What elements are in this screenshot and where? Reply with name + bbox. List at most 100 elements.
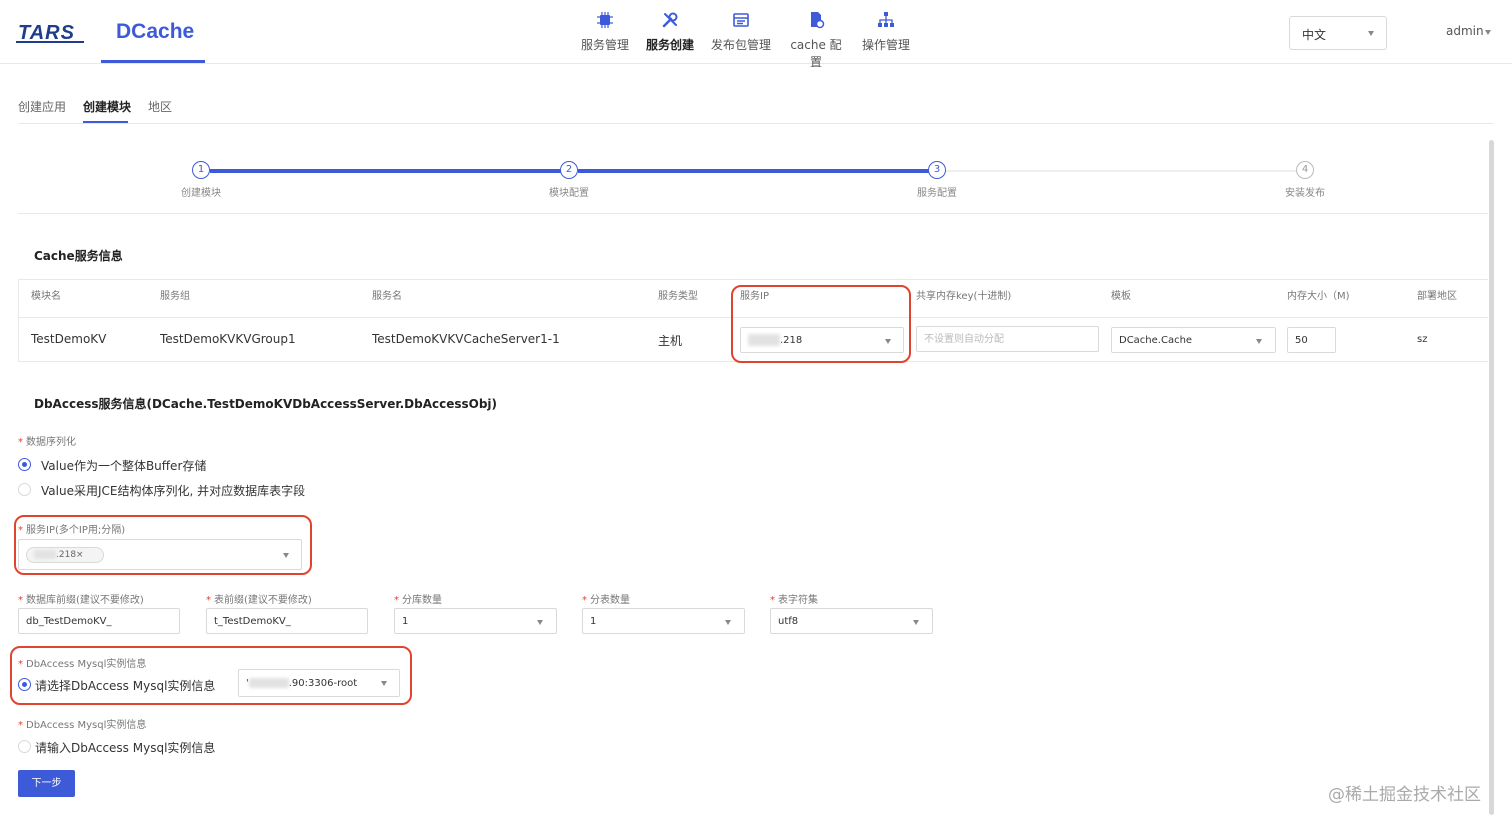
template-select[interactable]: DCache.Cache <box>1111 327 1276 353</box>
mem-size-input[interactable]: 50 <box>1287 327 1336 353</box>
required-mark: * <box>582 595 587 606</box>
chevron-down-icon <box>913 620 919 625</box>
tab-create-module[interactable]: 创建模块 <box>83 98 131 115</box>
dbaccess-section-title: DbAccess服务信息(DCache.TestDemoKVDbAccessSe… <box>34 397 498 411</box>
charset-value: utf8 <box>778 616 799 627</box>
required-mark: * <box>206 595 211 606</box>
charset-select[interactable]: utf8 <box>770 608 933 634</box>
tars-logo-underline <box>16 41 84 43</box>
required-mark: * <box>18 720 23 731</box>
mysql-input-radio[interactable] <box>18 740 31 753</box>
vertical-scrollbar[interactable] <box>1489 140 1494 815</box>
table-prefix-label-text: 表前缀(建议不要修改) <box>214 595 312 606</box>
table-count-label: * 分表数量 <box>582 591 630 606</box>
highlight-box <box>14 515 312 575</box>
table-count-value: 1 <box>590 616 597 627</box>
required-mark: * <box>18 437 23 448</box>
nav-label: 服务管理 <box>580 38 629 52</box>
required-mark: * <box>394 595 399 606</box>
step-progress-line <box>210 169 561 173</box>
nav-service-manage[interactable]: 服务管理 <box>580 8 630 58</box>
db-prefix-label-text: 数据库前缀(建议不要修改) <box>26 595 144 606</box>
col-header-group: 服务组 <box>160 291 190 302</box>
chevron-down-icon <box>1485 30 1491 35</box>
cell-server: TestDemoKVKVCacheServer1-1 <box>372 332 560 346</box>
serialize-label-text: 数据序列化 <box>26 437 76 448</box>
nav-label: 发布包管理 <box>710 38 771 52</box>
chip-icon <box>597 12 613 28</box>
mysql-input-radio-label[interactable]: 请输入DbAccess Mysql实例信息 <box>35 739 215 756</box>
step-3-circle: 3 <box>928 161 946 179</box>
serialize-jce-label[interactable]: Value采用JCE结构体序列化, 并对应数据库表字段 <box>41 482 305 499</box>
db-prefix-input[interactable]: db_TestDemoKV_ <box>18 608 180 634</box>
table-prefix-value: t_TestDemoKV_ <box>214 616 291 627</box>
hierarchy-icon <box>878 12 894 27</box>
db-prefix-label: * 数据库前缀(建议不要修改) <box>18 591 144 606</box>
chevron-down-icon <box>1256 339 1262 344</box>
table-prefix-label: * 表前缀(建议不要修改) <box>206 591 312 606</box>
nav-cache-config[interactable]: cache 配置 <box>786 8 846 69</box>
tab-region[interactable]: 地区 <box>148 98 172 115</box>
col-header-mem-size: 内存大小（M) <box>1287 291 1350 302</box>
step-4-label: 安装发布 <box>1285 188 1325 199</box>
serialize-label: * 数据序列化 <box>18 433 76 448</box>
language-select[interactable]: 中文 <box>1289 16 1387 50</box>
active-tab-indicator <box>83 121 128 123</box>
step-3-label: 服务配置 <box>917 188 957 199</box>
charset-label-text: 表字符集 <box>778 595 818 606</box>
db-count-label: * 分库数量 <box>394 591 442 606</box>
cell-region: sz <box>1417 334 1428 345</box>
col-header-region: 部署地区 <box>1417 291 1457 302</box>
nav-operation-manage[interactable]: 操作管理 <box>861 8 911 58</box>
col-header-shm-key: 共享内存key(十进制) <box>916 291 1012 302</box>
nav-label: 操作管理 <box>861 38 910 52</box>
step-4-circle: 4 <box>1296 161 1314 179</box>
db-count-label-text: 分库数量 <box>402 595 442 606</box>
next-step-button[interactable]: 下一步 <box>18 770 75 797</box>
chevron-down-icon <box>1368 31 1374 36</box>
nav-label: 服务创建 <box>645 38 694 52</box>
chevron-down-icon <box>537 620 543 625</box>
template-value: DCache.Cache <box>1119 335 1193 346</box>
cell-type: 主机 <box>658 334 683 348</box>
step-pending-line <box>946 170 1296 172</box>
db-count-value: 1 <box>402 616 409 627</box>
language-value: 中文 <box>1302 28 1327 42</box>
required-mark: * <box>770 595 775 606</box>
mem-size-value: 50 <box>1295 335 1308 346</box>
col-header-module: 模块名 <box>31 291 61 302</box>
dcache-logo[interactable]: DCache <box>116 20 194 44</box>
user-name: admin <box>1446 24 1484 38</box>
step-1-label: 创建模块 <box>181 188 221 199</box>
nav-label: cache 配置 <box>790 38 842 69</box>
tabs-divider <box>18 123 1494 124</box>
serialize-jce-radio[interactable] <box>18 483 31 496</box>
charset-label: * 表字符集 <box>770 591 818 606</box>
shm-key-input[interactable]: 不设置则自动分配 <box>916 326 1099 352</box>
step-2-label: 模块配置 <box>549 188 589 199</box>
chevron-down-icon <box>725 620 731 625</box>
user-menu[interactable]: admin <box>1446 24 1491 38</box>
table-prefix-input[interactable]: t_TestDemoKV_ <box>206 608 368 634</box>
nav-package-manage[interactable]: 发布包管理 <box>710 8 772 58</box>
table-count-select[interactable]: 1 <box>582 608 745 634</box>
db-count-select[interactable]: 1 <box>394 608 557 634</box>
step-1-circle: 1 <box>192 161 210 179</box>
top-header: TARS DCache 服务管理 服务创建 发布包管理 cache 配置 操作管… <box>0 0 1512 69</box>
nav-service-create[interactable]: 服务创建 <box>645 8 695 58</box>
watermark: @稀土掘金技术社区 <box>1328 785 1481 805</box>
serialize-buffer-radio[interactable] <box>18 458 31 471</box>
highlight-box <box>731 285 911 363</box>
file-settings-icon <box>811 12 825 29</box>
mysql-input-label-text: DbAccess Mysql实例信息 <box>26 720 147 731</box>
col-header-type: 服务类型 <box>658 291 698 302</box>
serialize-buffer-label[interactable]: Value作为一个整体Buffer存储 <box>41 457 206 474</box>
table-top-border <box>18 279 1488 280</box>
cell-group: TestDemoKVKVGroup1 <box>160 332 296 346</box>
required-mark: * <box>18 595 23 606</box>
step-2-circle: 2 <box>560 161 578 179</box>
cache-section-title: Cache服务信息 <box>34 249 123 263</box>
highlight-box <box>10 646 412 705</box>
wrench-icon <box>662 12 678 28</box>
tab-create-app[interactable]: 创建应用 <box>18 98 66 115</box>
